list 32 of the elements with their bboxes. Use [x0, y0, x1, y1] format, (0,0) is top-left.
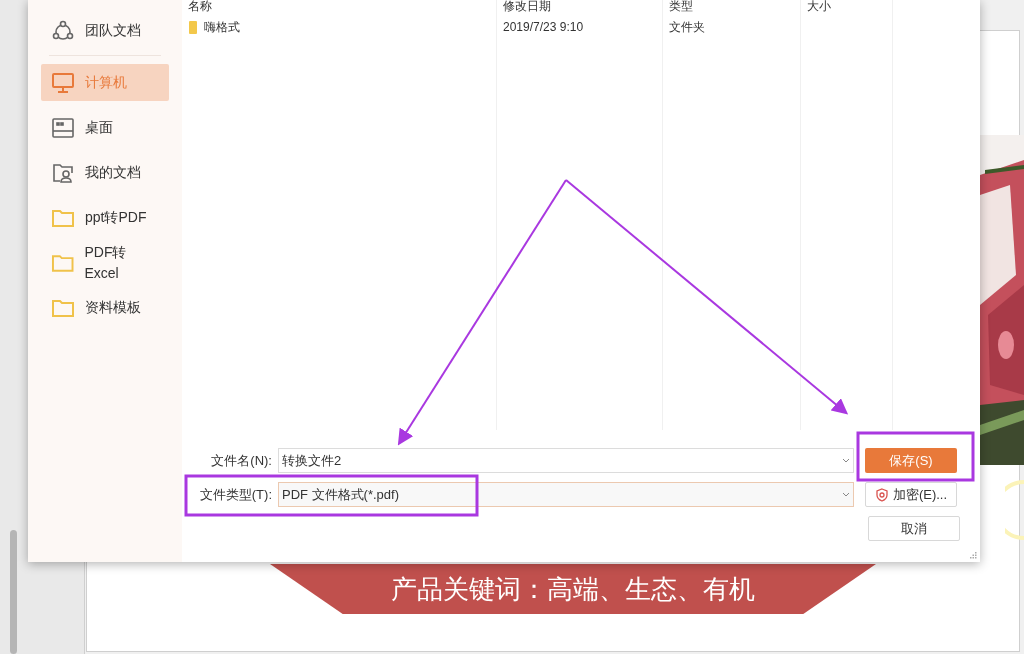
circle-outline-drawing: [1005, 480, 1024, 540]
encrypt-label: 加密(E)...: [892, 485, 948, 504]
resize-grip-icon[interactable]: [970, 552, 977, 559]
chevron-down-icon: [842, 457, 850, 464]
desktop-icon: [51, 115, 75, 140]
column-header[interactable]: 大小: [801, 0, 892, 13]
shield-icon: [874, 487, 889, 502]
sidebar-item[interactable]: 团队文档: [41, 12, 169, 49]
team-icon: [51, 18, 75, 43]
encrypt-button[interactable]: 加密(E)...: [865, 482, 957, 507]
sidebar-item[interactable]: PDF转Excel: [41, 244, 169, 281]
file-row[interactable]: 嗨格式: [188, 18, 240, 36]
filetype-dropdown[interactable]: PDF 文件格式(*.pdf): [278, 482, 854, 507]
filename-field[interactable]: 转换文件2: [278, 448, 854, 473]
sidebar-item[interactable]: 我的文档: [41, 154, 169, 191]
sidebar-item[interactable]: 桌面: [41, 109, 169, 146]
folder-icon: [188, 20, 198, 34]
column-header[interactable]: 类型: [663, 0, 800, 13]
column-header[interactable]: 修改日期: [497, 0, 662, 13]
sidebar-item[interactable]: 资料模板: [41, 289, 169, 326]
file-name: 嗨格式: [204, 19, 240, 36]
chevron-down-icon: [842, 491, 850, 498]
scrollbar-thumb[interactable]: [10, 530, 17, 654]
field-label: 文件类型(T):: [198, 485, 273, 504]
field-label: 文件名(N):: [210, 451, 273, 470]
file-type: 文件夹: [669, 19, 705, 36]
column-header[interactable]: 名称: [182, 0, 496, 13]
monitor-icon: [51, 70, 75, 95]
slide-banner: 产品关键词：高端、生态、有机: [270, 564, 876, 614]
sidebar-item[interactable]: ppt转PDF: [41, 199, 169, 236]
cancel-button[interactable]: 取消: [868, 516, 960, 541]
modified-date: 2019/7/23 9:10: [503, 19, 584, 36]
